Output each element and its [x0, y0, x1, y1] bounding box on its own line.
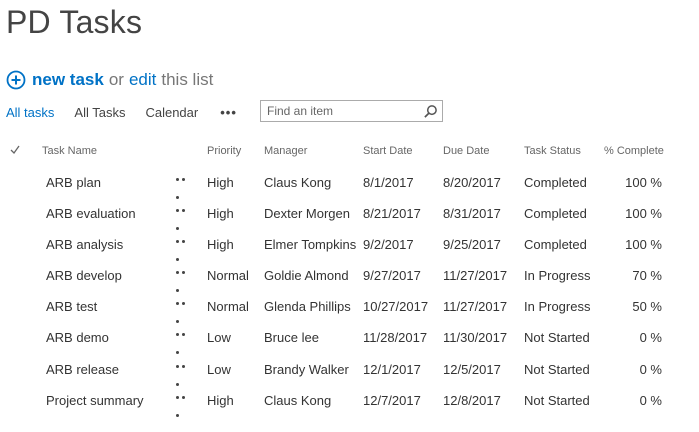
percent-complete-cell: 100 % [625, 206, 662, 221]
plus-circle-icon[interactable] [6, 70, 26, 90]
task-status-cell: In Progress [524, 299, 591, 314]
column-header-manager[interactable]: Manager [264, 140, 307, 162]
item-menu-ellipsis-icon[interactable] [176, 365, 192, 386]
task-name-cell[interactable]: ARB plan [46, 167, 101, 198]
view-all-tasks[interactable]: All Tasks [74, 105, 125, 120]
task-name-cell[interactable]: Project summary [46, 385, 144, 416]
search-box [260, 100, 443, 122]
item-menu-ellipsis-icon[interactable] [176, 302, 192, 323]
priority-cell: Low [207, 330, 231, 345]
start-date-cell: 12/7/2017 [363, 393, 421, 408]
start-date-cell: 10/27/2017 [363, 299, 429, 314]
due-date-cell: 11/27/2017 [443, 268, 508, 283]
manager-cell: Bruce lee [264, 330, 319, 345]
manager-cell: Brandy Walker [264, 362, 349, 377]
start-date-cell: 12/1/2017 [363, 362, 421, 377]
percent-complete-cell: 0 % [639, 362, 662, 377]
task-name-cell[interactable]: ARB release [46, 354, 119, 385]
task-name-cell[interactable]: ARB develop [46, 260, 122, 291]
percent-complete-cell: 70 % [632, 268, 662, 283]
select-all-checkmark-icon[interactable] [9, 144, 21, 156]
column-header-due-date[interactable]: Due Date [443, 140, 489, 162]
due-date-cell: 8/31/2017 [443, 206, 501, 221]
task-name-cell[interactable]: ARB demo [46, 322, 109, 353]
manager-cell: Glenda Phillips [264, 299, 351, 314]
column-header-start-date[interactable]: Start Date [363, 140, 413, 162]
start-date-cell: 9/27/2017 [363, 268, 421, 283]
table-row[interactable]: ARB test Normal Glenda Phillips 10/27/2017 1… [0, 291, 699, 323]
manager-cell: Goldie Almond [264, 268, 349, 283]
view-selector: All tasks All Tasks Calendar ••• [6, 102, 237, 122]
task-status-cell: In Progress [524, 268, 591, 283]
priority-cell: High [207, 206, 234, 221]
priority-cell: Low [207, 362, 231, 377]
column-header-task-name[interactable]: Task Name [42, 140, 97, 162]
task-status-cell: Not Started [524, 330, 590, 345]
priority-cell: High [207, 175, 234, 190]
table-row[interactable]: Project summary High Claus Kong 12/7/2017 12… [0, 385, 699, 417]
start-date-cell: 11/28/2017 [363, 330, 428, 345]
table-row[interactable]: ARB evaluation High Dexter Morgen 8/21/2017… [0, 198, 699, 230]
manager-cell: Claus Kong [264, 175, 332, 190]
start-date-cell: 8/21/2017 [363, 206, 421, 221]
item-menu-ellipsis-icon[interactable] [176, 178, 192, 199]
item-menu-ellipsis-icon[interactable] [176, 333, 192, 354]
due-date-cell: 9/25/2017 [443, 237, 501, 252]
task-status-cell: Completed [524, 206, 587, 221]
or-text: or [108, 70, 124, 89]
task-name-cell[interactable]: ARB test [46, 291, 97, 322]
table-row[interactable]: ARB plan High Claus Kong 8/1/2017 8/20/2017 C… [0, 167, 699, 199]
view-all-tasks-current[interactable]: All tasks [6, 105, 54, 120]
priority-cell: Normal [207, 299, 249, 314]
search-input[interactable] [261, 102, 423, 120]
column-header-percent-complete[interactable]: % Complete [604, 140, 664, 162]
search-icon[interactable] [423, 104, 438, 119]
new-task-link[interactable]: new task [32, 70, 104, 90]
this-list-text: this list [161, 70, 214, 89]
column-header-task-status[interactable]: Task Status [524, 140, 581, 162]
table-row[interactable]: ARB demo Low Bruce lee 11/28/2017 11/30/2017… [0, 322, 699, 354]
table-row[interactable]: ARB develop Normal Goldie Almond 9/27/2017 1… [0, 260, 699, 292]
priority-cell: High [207, 237, 234, 252]
task-name-cell[interactable]: ARB analysis [46, 229, 123, 260]
due-date-cell: 11/27/2017 [443, 299, 508, 314]
item-menu-ellipsis-icon[interactable] [176, 209, 192, 230]
manager-cell: Dexter Morgen [264, 206, 350, 221]
percent-complete-cell: 0 % [639, 393, 662, 408]
edit-list-link[interactable]: edit [129, 70, 156, 90]
percent-complete-cell: 0 % [639, 330, 662, 345]
priority-cell: High [207, 393, 234, 408]
more-views-button[interactable]: ••• [220, 105, 237, 120]
due-date-cell: 8/20/2017 [443, 175, 501, 190]
start-date-cell: 9/2/2017 [363, 237, 414, 252]
item-menu-ellipsis-icon[interactable] [176, 396, 192, 417]
item-menu-ellipsis-icon[interactable] [176, 271, 192, 292]
table-row[interactable]: ARB analysis High Elmer Tompkins 9/2/2017 9/… [0, 229, 699, 261]
priority-cell: Normal [207, 268, 249, 283]
task-name-cell[interactable]: ARB evaluation [46, 198, 136, 229]
due-date-cell: 11/30/2017 [443, 330, 508, 345]
column-header-priority[interactable]: Priority [207, 140, 241, 162]
manager-cell: Claus Kong [264, 393, 332, 408]
percent-complete-cell: 100 % [625, 175, 662, 190]
start-date-cell: 8/1/2017 [363, 175, 414, 190]
item-menu-ellipsis-icon[interactable] [176, 240, 192, 261]
task-status-cell: Not Started [524, 393, 590, 408]
task-status-cell: Completed [524, 175, 587, 190]
percent-complete-cell: 50 % [632, 299, 662, 314]
page-title: PD Tasks [6, 4, 143, 40]
due-date-cell: 12/8/2017 [443, 393, 501, 408]
manager-cell: Elmer Tompkins [264, 237, 357, 252]
view-calendar[interactable]: Calendar [145, 105, 198, 120]
due-date-cell: 12/5/2017 [443, 362, 501, 377]
new-task-bar: new task or edit this list [6, 68, 213, 92]
task-status-cell: Completed [524, 237, 587, 252]
task-status-cell: Not Started [524, 362, 590, 377]
percent-complete-cell: 100 % [625, 237, 662, 252]
table-row[interactable]: ARB release Low Brandy Walker 12/1/2017 12/5… [0, 354, 699, 386]
